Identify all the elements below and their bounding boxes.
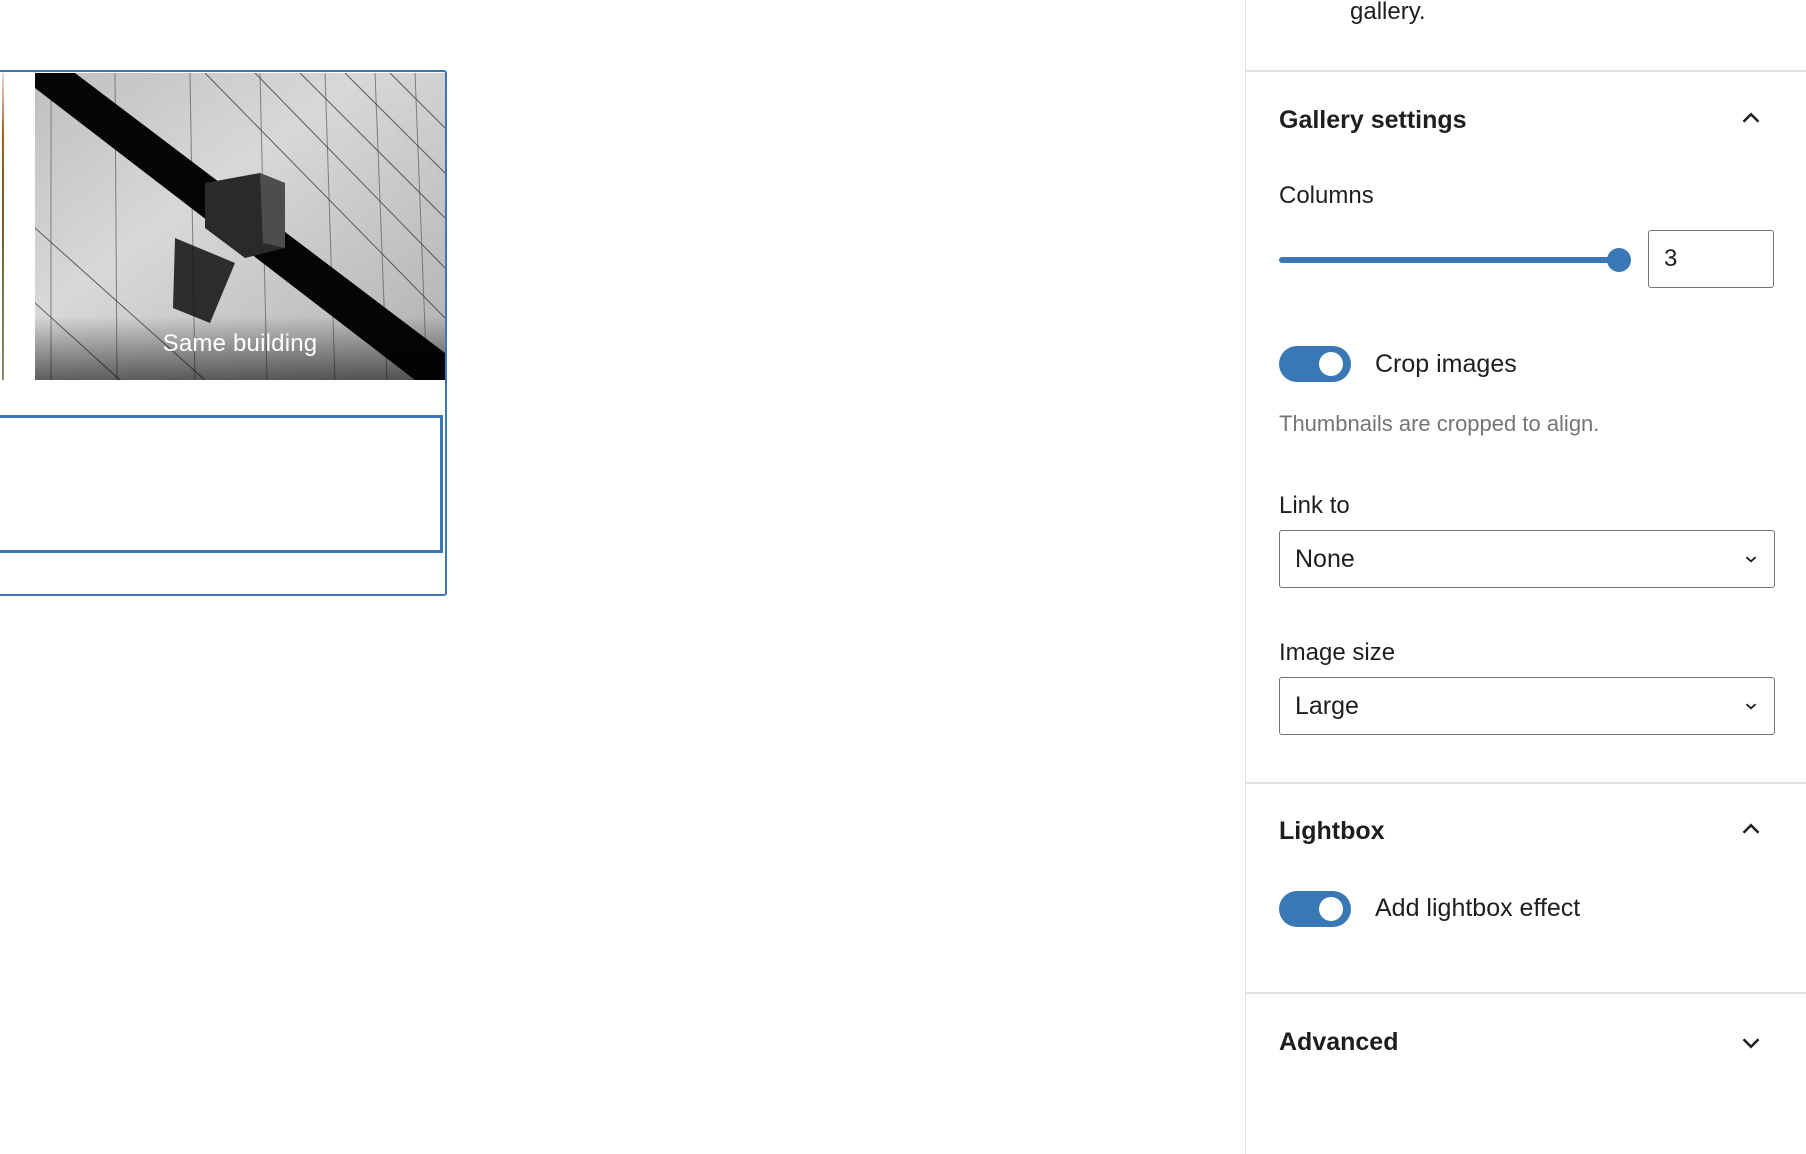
- editor-canvas: Same building: [0, 0, 1245, 1154]
- block-settings-sidebar: gallery. Gallery settings Columns Crop i…: [1245, 0, 1806, 1154]
- divider: [1246, 70, 1806, 72]
- gallery-settings-toggle[interactable]: Gallery settings: [1279, 106, 1467, 135]
- columns-number-input[interactable]: [1648, 230, 1774, 288]
- slider-thumb[interactable]: [1607, 248, 1631, 272]
- image-size-label: Image size: [1279, 639, 1396, 666]
- lightbox-panel-toggle[interactable]: Lightbox: [1279, 817, 1385, 846]
- columns-slider[interactable]: [1279, 248, 1631, 272]
- slider-fill: [1279, 257, 1619, 263]
- link-to-select[interactable]: None: [1279, 530, 1775, 588]
- image-caption[interactable]: Same building: [35, 330, 445, 358]
- crop-images-toggle[interactable]: [1279, 346, 1351, 382]
- chevron-down-icon: [1745, 556, 1757, 563]
- toggle-knob: [1319, 352, 1343, 376]
- link-to-label: Link to: [1279, 492, 1350, 519]
- gallery-block-footer: [0, 553, 445, 594]
- gallery-image-partial[interactable]: [2, 73, 4, 380]
- divider: [1246, 782, 1806, 784]
- link-to-value: None: [1295, 545, 1355, 573]
- toggle-knob: [1319, 897, 1343, 921]
- lightbox-toggle[interactable]: [1279, 891, 1351, 927]
- gallery-caption-field[interactable]: [0, 415, 443, 553]
- chevron-down-icon: [1745, 703, 1757, 710]
- lightbox-label[interactable]: Add lightbox effect: [1375, 894, 1580, 923]
- block-description-text: gallery.: [1350, 0, 1426, 25]
- divider: [1246, 992, 1806, 994]
- advanced-panel-toggle[interactable]: Advanced: [1279, 1028, 1398, 1057]
- chevron-up-icon[interactable]: [1736, 814, 1766, 844]
- image-size-select[interactable]: Large: [1279, 677, 1775, 735]
- crop-images-label[interactable]: Crop images: [1375, 350, 1517, 379]
- crop-images-help: Thumbnails are cropped to align.: [1279, 411, 1600, 436]
- gallery-image[interactable]: Same building: [35, 73, 445, 380]
- gallery-block[interactable]: Same building: [0, 70, 447, 596]
- image-size-value: Large: [1295, 692, 1359, 720]
- chevron-down-icon[interactable]: [1736, 1028, 1766, 1058]
- chevron-up-icon[interactable]: [1736, 103, 1766, 133]
- columns-label: Columns: [1279, 182, 1374, 209]
